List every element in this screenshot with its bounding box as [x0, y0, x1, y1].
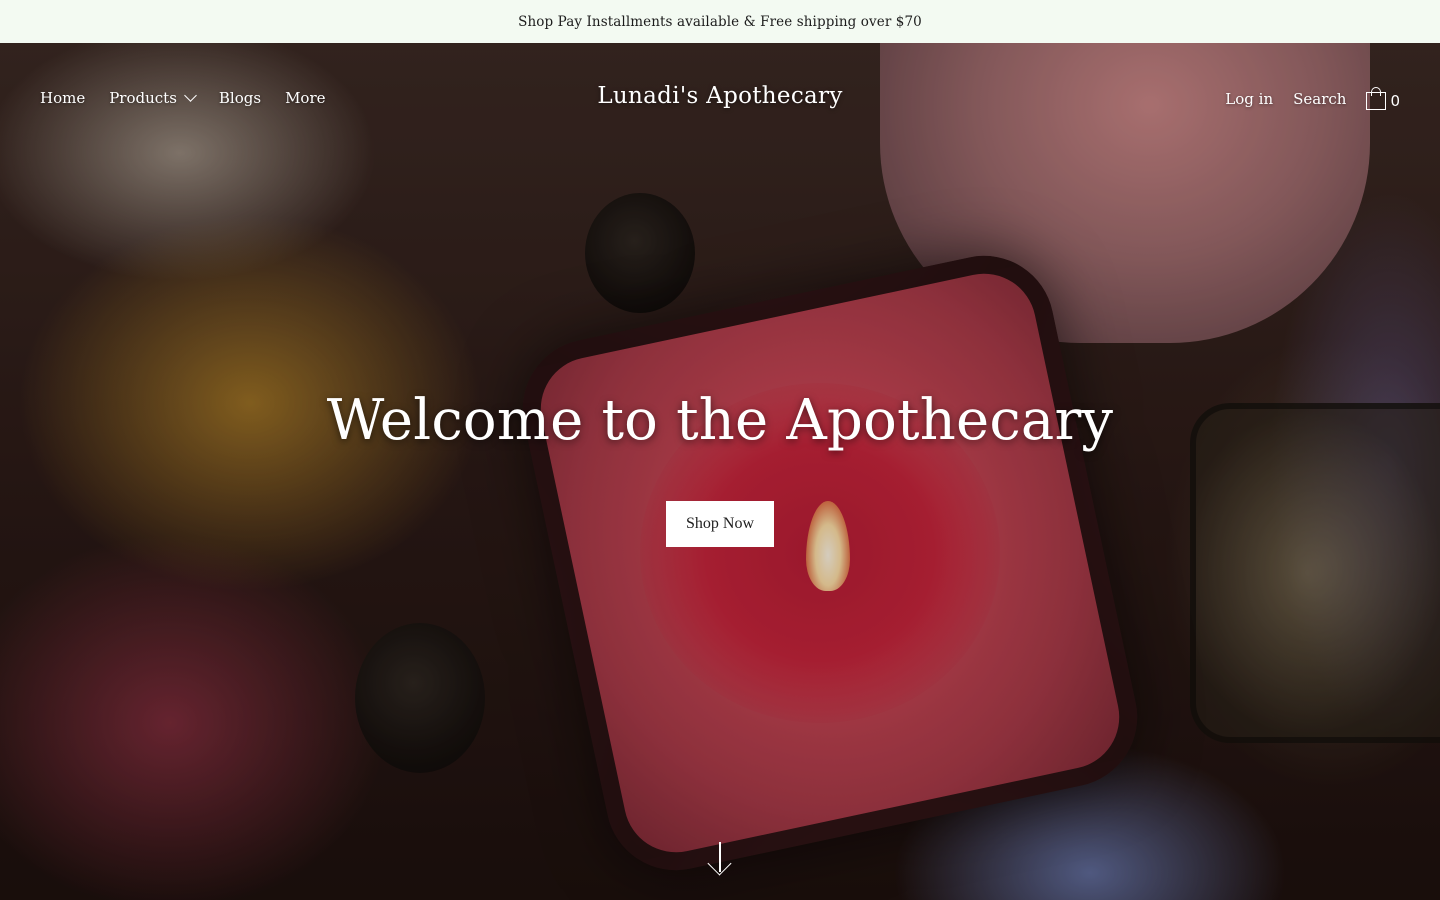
- nav-blogs-link[interactable]: Blogs: [219, 89, 261, 107]
- nav-home-link[interactable]: Home: [40, 89, 85, 107]
- shop-now-button[interactable]: Shop Now: [666, 501, 774, 547]
- site-header: Home Products Blogs More Lunadi's Apothe…: [0, 43, 1440, 153]
- cart-count: 0: [1390, 92, 1400, 110]
- nav-more-link[interactable]: More: [285, 89, 325, 107]
- hero-banner: [0, 43, 1440, 900]
- hero-overlay: [0, 43, 1440, 900]
- cart-button[interactable]: 0: [1366, 87, 1400, 110]
- nav-products-label: Products: [109, 89, 177, 107]
- header-actions: Log in Search 0: [1225, 87, 1400, 110]
- arrow-down-icon[interactable]: [707, 840, 733, 876]
- search-link[interactable]: Search: [1293, 90, 1346, 108]
- announcement-text: Shop Pay Installments available & Free s…: [518, 13, 922, 30]
- nav-products-link[interactable]: Products: [109, 89, 197, 107]
- main-nav: Home Products Blogs More: [40, 89, 326, 107]
- shopping-bag-icon: [1366, 87, 1387, 110]
- hero-title: Welcome to the Apothecary: [326, 388, 1114, 453]
- brand-logo[interactable]: Lunadi's Apothecary: [597, 83, 842, 109]
- login-link[interactable]: Log in: [1225, 90, 1273, 108]
- chevron-down-icon: [184, 89, 197, 102]
- announcement-bar: Shop Pay Installments available & Free s…: [0, 0, 1440, 43]
